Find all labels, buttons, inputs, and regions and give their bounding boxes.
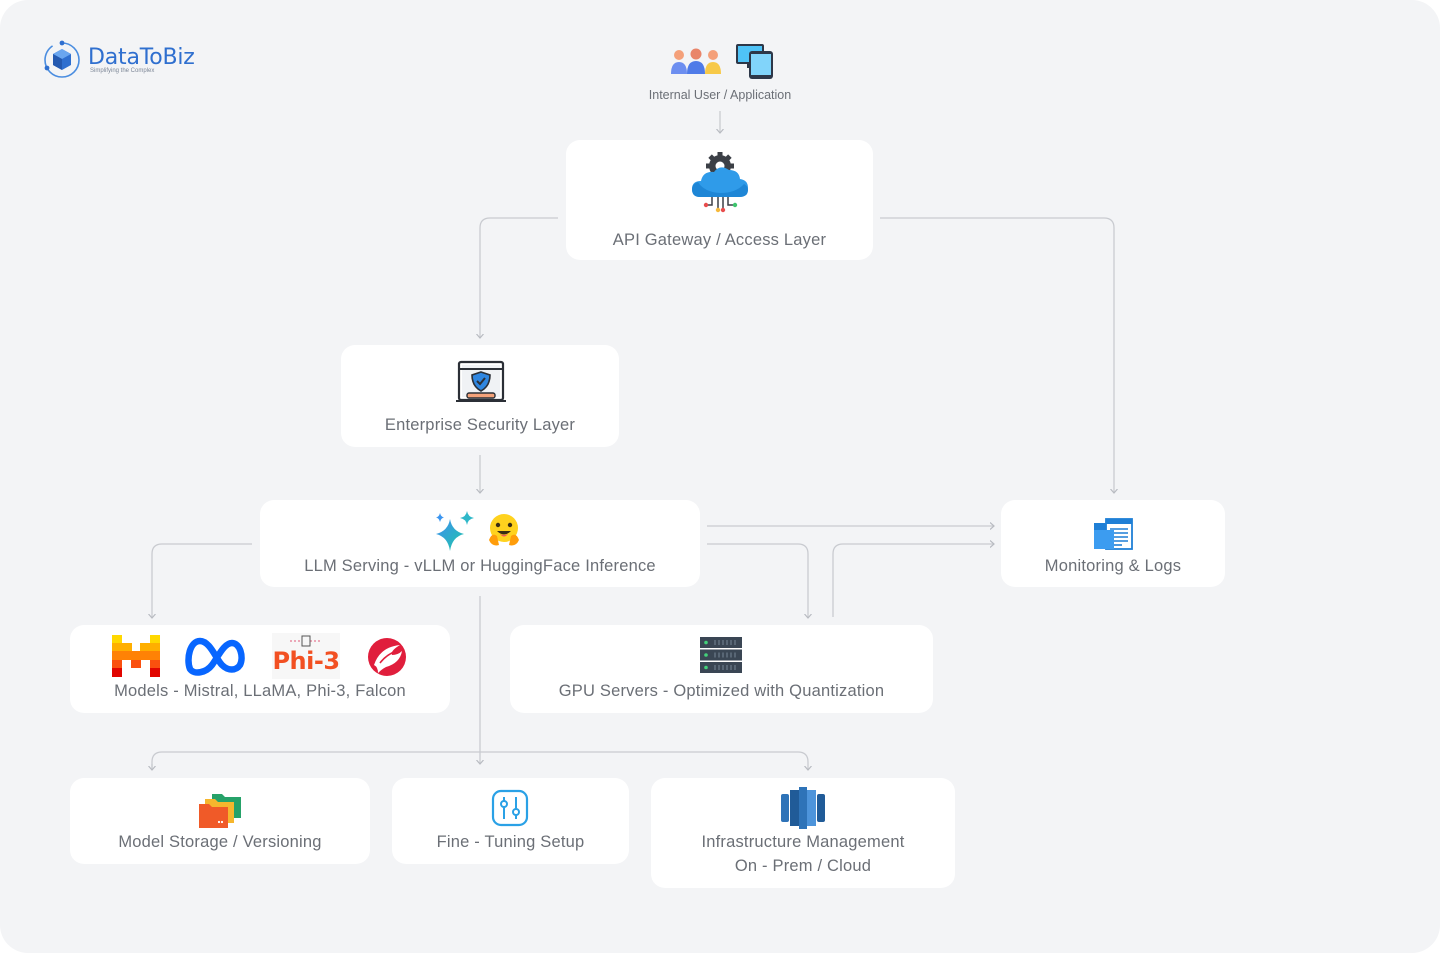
- models-label: Models - Mistral, LLaMA, Phi-3, Falcon: [114, 682, 406, 700]
- security-layer-label: Enterprise Security Layer: [384, 416, 576, 434]
- brand-tagline: Simplifying the Complex: [90, 68, 155, 74]
- devices-icon: [736, 44, 773, 79]
- cloud-gear-icon: [692, 152, 748, 213]
- users-group-icon: [671, 48, 721, 74]
- api-gateway-node[interactable]: API Gateway / Access Layer: [566, 140, 873, 260]
- models-node[interactable]: Phi-3 Models - Mistral, LLaMA, Phi-3, Fa…: [70, 625, 450, 713]
- infrastructure-label-line1: Infrastructure Management: [701, 833, 905, 851]
- folders-icon: [199, 794, 241, 828]
- brand-name: DataToBiz: [88, 45, 195, 70]
- llm-serving-node[interactable]: LLM Serving - vLLM or HuggingFace Infere…: [260, 500, 700, 587]
- model-storage-label: Model Storage / Versioning: [118, 833, 322, 851]
- folder-document-icon: [1094, 518, 1133, 550]
- gpu-servers-label: GPU Servers - Optimized with Quantizatio…: [558, 682, 885, 700]
- api-gateway-label: API Gateway / Access Layer: [612, 231, 827, 249]
- security-layer-node[interactable]: Enterprise Security Layer: [341, 345, 619, 447]
- diagram-canvas: DataToBiz Simplifying the Complex Intern…: [0, 0, 1440, 953]
- phi3-logo-icon: Phi-3: [272, 633, 340, 679]
- falcon-logo-icon: [368, 638, 406, 676]
- monitoring-logs-node[interactable]: Monitoring & Logs: [1001, 500, 1225, 587]
- model-storage-node[interactable]: Model Storage / Versioning: [70, 778, 370, 864]
- server-rack-icon: [700, 637, 742, 673]
- sliders-icon: [491, 789, 529, 827]
- brand-cube-icon: [44, 40, 80, 78]
- sparkles-icon: [436, 511, 474, 551]
- monitoring-logs-label: Monitoring & Logs: [1044, 557, 1182, 575]
- top-actor-label: Internal User / Application: [648, 88, 792, 102]
- cylinder-stack-icon: [781, 787, 825, 829]
- fine-tuning-label: Fine - Tuning Setup: [436, 833, 585, 851]
- infrastructure-node[interactable]: Infrastructure Management On - Prem / Cl…: [651, 778, 955, 888]
- llm-serving-label: LLM Serving - vLLM or HuggingFace Infere…: [304, 557, 656, 575]
- fine-tuning-node[interactable]: Fine - Tuning Setup: [392, 778, 629, 864]
- infrastructure-label-line2: On - Prem / Cloud: [734, 857, 872, 875]
- shield-window-icon: [456, 360, 506, 402]
- mistral-logo-icon: [112, 635, 160, 677]
- gpu-servers-node[interactable]: GPU Servers - Optimized with Quantizatio…: [510, 625, 933, 713]
- hugging-face-icon: [489, 514, 519, 546]
- phi3-logo-text: Phi-3: [272, 647, 340, 675]
- meta-logo-icon: [185, 637, 245, 676]
